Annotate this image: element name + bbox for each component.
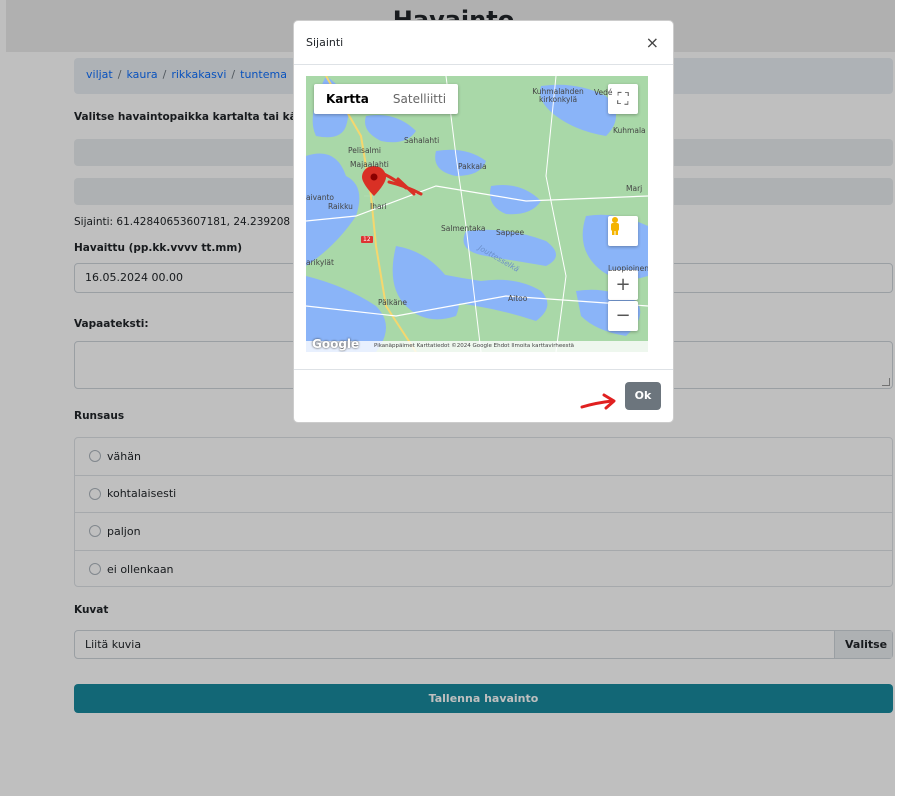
place-label: Pelisalmi <box>348 146 382 155</box>
google-logo: Google <box>312 337 360 351</box>
place-label: Salmentaka <box>441 224 486 233</box>
location-modal: Sijainti × Kartta Satelliitti ⛶ + − Kuhm… <box>293 20 674 423</box>
modal-title: Sijainti <box>306 36 344 49</box>
place-label: Kuhmalahden kirkonkylä <box>532 87 584 104</box>
zoom-out-icon[interactable]: − <box>608 301 638 331</box>
map-tab-kartta[interactable]: Kartta <box>314 84 381 114</box>
modal-footer-divider <box>294 369 673 370</box>
annotation-arrow-icon <box>580 393 616 410</box>
place-label: Pakkala <box>458 162 487 171</box>
road-number-badge: 12 <box>361 236 373 243</box>
place-label: Marj <box>626 184 643 193</box>
place-label: Pälkäne <box>378 298 408 307</box>
modal-header: Sijainti × <box>294 21 673 65</box>
map-type-tabs: Kartta Satelliitti <box>314 84 459 114</box>
ok-button[interactable]: Ok <box>625 382 661 410</box>
place-label: Luopioinen <box>608 264 648 273</box>
close-icon[interactable]: × <box>646 33 659 52</box>
map-terrain <box>306 76 648 352</box>
place-label: arikylät <box>306 258 334 267</box>
place-label: Raikku <box>328 202 353 211</box>
place-label: Kuhmala <box>613 126 646 135</box>
page-edge <box>895 0 901 796</box>
map-marker-icon[interactable] <box>362 166 386 196</box>
place-label: Majaalahti <box>350 160 389 169</box>
zoom-in-icon[interactable]: + <box>608 270 638 300</box>
place-label: Vedé <box>594 88 613 97</box>
place-label: Aitoo <box>508 294 528 303</box>
map[interactable]: Kartta Satelliitti ⛶ + − Kuhmalahden kir… <box>306 76 648 352</box>
place-label: aivanto <box>306 193 334 202</box>
place-label: Sappee <box>496 228 525 237</box>
street-view-pegman-icon[interactable] <box>608 216 638 246</box>
map-tab-satelliitti[interactable]: Satelliitti <box>381 84 458 114</box>
place-label: Sahalahti <box>404 136 440 145</box>
place-label: Ihari <box>370 202 387 211</box>
